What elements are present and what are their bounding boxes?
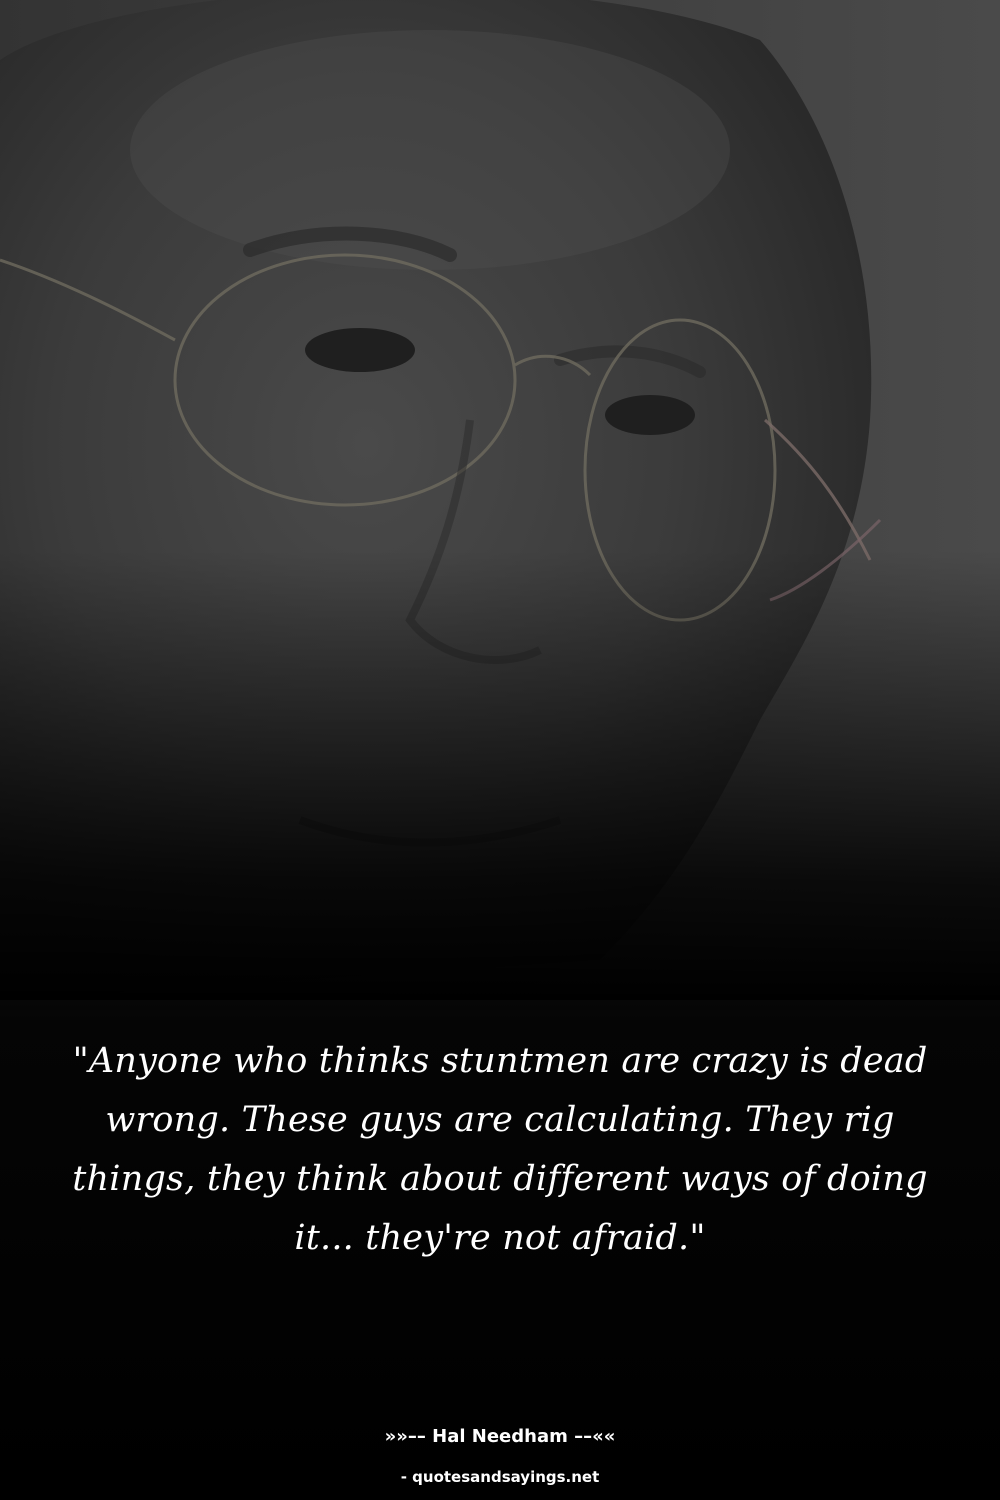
photo-fade-overlay xyxy=(0,0,1000,1000)
quote-poster: "Anyone who thinks stuntmen are crazy is… xyxy=(0,0,1000,1500)
quote-text: "Anyone who thinks stuntmen are crazy is… xyxy=(72,1041,928,1258)
source-credit: - quotesandsayings.net xyxy=(400,1468,600,1486)
author-line: »»–– Hal Needham ––«« xyxy=(384,1426,616,1447)
